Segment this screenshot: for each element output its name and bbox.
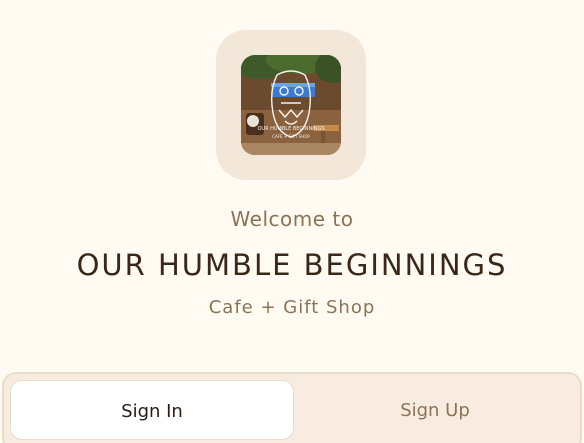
auth-tabs: Sign In Sign Up (10, 380, 576, 440)
cafe-photo-logo-icon: OUR HUMBLE BEGINNINGS CAFE + GIFT SHOP (241, 55, 341, 155)
tab-sign-in-label: Sign In (121, 401, 183, 422)
auth-card: Sign In Sign Up (2, 372, 582, 443)
tab-sign-up[interactable]: Sign Up (294, 380, 576, 440)
svg-text:CAFE + GIFT SHOP: CAFE + GIFT SHOP (272, 134, 310, 139)
welcome-label: Welcome to (230, 207, 354, 231)
tagline: Cafe + Gift Shop (208, 297, 376, 318)
tab-sign-in[interactable]: Sign In (10, 380, 294, 440)
svg-text:OUR HUMBLE BEGINNINGS: OUR HUMBLE BEGINNINGS (257, 126, 324, 132)
tab-sign-up-label: Sign Up (400, 400, 470, 421)
welcome-screen: OUR HUMBLE BEGINNINGS CAFE + GIFT SHOP W… (0, 0, 584, 443)
brand-name: OUR HUMBLE BEGINNINGS (76, 248, 508, 282)
logo-tile: OUR HUMBLE BEGINNINGS CAFE + GIFT SHOP (216, 30, 366, 180)
